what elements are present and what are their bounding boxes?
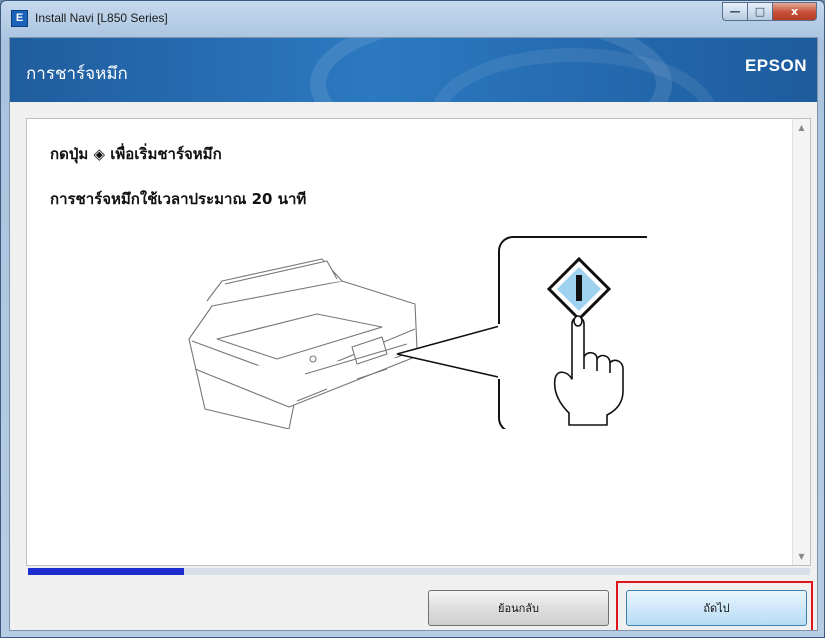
start-button-icon: ◈ xyxy=(93,145,106,163)
header-banner: การชาร์จหมึก EPSON xyxy=(10,38,817,102)
minimize-button[interactable]: — xyxy=(722,2,748,21)
title-bar[interactable]: E Install Navi [L850 Series] — □ x xyxy=(1,1,824,37)
client-area: การชาร์จหมึก EPSON กดปุ่ม ◈ เพื่อเริ่มชา… xyxy=(9,37,818,631)
epson-logo: EPSON xyxy=(744,56,807,75)
instruction-before-icon: กดปุ่ม xyxy=(50,145,89,163)
instruction-text: กดปุ่ม ◈ เพื่อเริ่มชาร์จหมึก xyxy=(50,142,222,166)
progress-fill xyxy=(28,568,185,575)
page-title: การชาร์จหมึก xyxy=(26,64,128,84)
installer-window: E Install Navi [L850 Series] — □ x การชา… xyxy=(0,0,825,638)
vertical-scrollbar[interactable]: ▲ ▼ xyxy=(792,119,810,565)
instruction-after-icon: เพื่อเริ่มชาร์จหมึก xyxy=(110,145,222,163)
window-title: Install Navi [L850 Series] xyxy=(35,11,168,25)
duration-text: การชาร์จหมึกใช้เวลาประมาณ 20 นาที xyxy=(50,190,307,208)
close-button[interactable]: x xyxy=(773,2,817,21)
app-icon: E xyxy=(11,10,28,27)
scroll-down-arrow-icon[interactable]: ▼ xyxy=(793,548,810,565)
next-button[interactable]: ถัดไป xyxy=(626,590,807,626)
back-button[interactable]: ย้อนกลับ xyxy=(428,590,609,626)
scroll-up-arrow-icon[interactable]: ▲ xyxy=(793,119,810,136)
printer-icon xyxy=(188,258,418,429)
content-panel: กดปุ่ม ◈ เพื่อเริ่มชาร์จหมึก การชาร์จหมึ… xyxy=(26,118,811,566)
install-progress-bar xyxy=(28,568,810,575)
caption-buttons: — □ x xyxy=(722,2,817,21)
ink-charging-illustration xyxy=(188,236,647,429)
maximize-button[interactable]: □ xyxy=(748,2,773,21)
